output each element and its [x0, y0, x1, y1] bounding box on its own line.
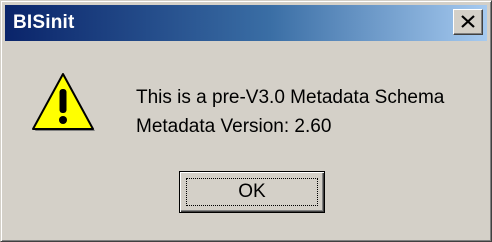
close-icon: [461, 15, 475, 28]
message-line-schema: This is a pre-V3.0 Metadata Schema: [136, 87, 445, 108]
ok-button[interactable]: OK: [179, 171, 325, 213]
close-button[interactable]: [453, 9, 483, 35]
title-bar[interactable]: BISinit: [5, 5, 487, 41]
message-text: This is a pre-V3.0 Metadata Schema Metad…: [136, 83, 444, 141]
message-line-version: Metadata Version: 2.60: [136, 116, 332, 137]
window-title: BISinit: [13, 12, 75, 33]
dialog-window: BISinit This is a pre-V3.0 Metadata Sche…: [0, 0, 492, 242]
warning-icon: [32, 73, 95, 131]
ok-button-label: OK: [238, 181, 266, 202]
